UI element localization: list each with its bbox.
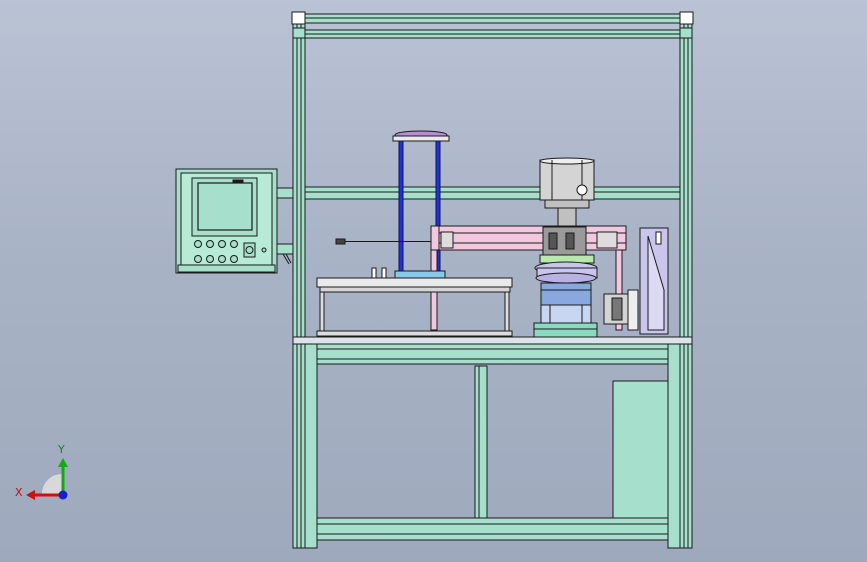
frame-right-post[interactable] [679, 13, 693, 549]
machine-assembly-drawing[interactable] [0, 0, 867, 562]
frame-top-beam[interactable] [304, 13, 681, 39]
control-panel-mount-arm [276, 187, 294, 265]
feeder-neck [557, 207, 577, 227]
side-cylinder[interactable] [603, 289, 639, 331]
rotary-gripper-head[interactable] [539, 226, 595, 264]
side-mount-bracket[interactable] [639, 227, 669, 335]
rotary-index-table[interactable] [534, 261, 598, 284]
frame-lower-right-post[interactable] [667, 343, 681, 549]
work-table-plate[interactable] [292, 336, 693, 365]
feeder-hopper[interactable] [539, 157, 595, 209]
rotary-motor-body[interactable] [540, 282, 592, 324]
frame-bottom-beam[interactable] [316, 517, 669, 541]
frame-left-post[interactable] [292, 13, 306, 549]
frame-center-post[interactable] [474, 365, 488, 519]
coordinate-triad-icon[interactable] [20, 452, 75, 507]
control-panel-icon[interactable] [175, 168, 278, 274]
lift-guide-rod-left[interactable] [398, 140, 404, 277]
lift-frame-top-disc[interactable] [392, 130, 450, 142]
triad-x-label: X [15, 486, 23, 499]
fixture-base-plate[interactable] [316, 267, 513, 337]
triad-y-label: Y [58, 443, 65, 456]
rotary-base-flange [533, 322, 598, 338]
cad-viewport[interactable]: X Y [0, 0, 867, 562]
frame-middle-beam[interactable] [304, 186, 681, 200]
electrical-cabinet[interactable] [612, 380, 669, 519]
frame-lower-left-post[interactable] [304, 343, 318, 549]
